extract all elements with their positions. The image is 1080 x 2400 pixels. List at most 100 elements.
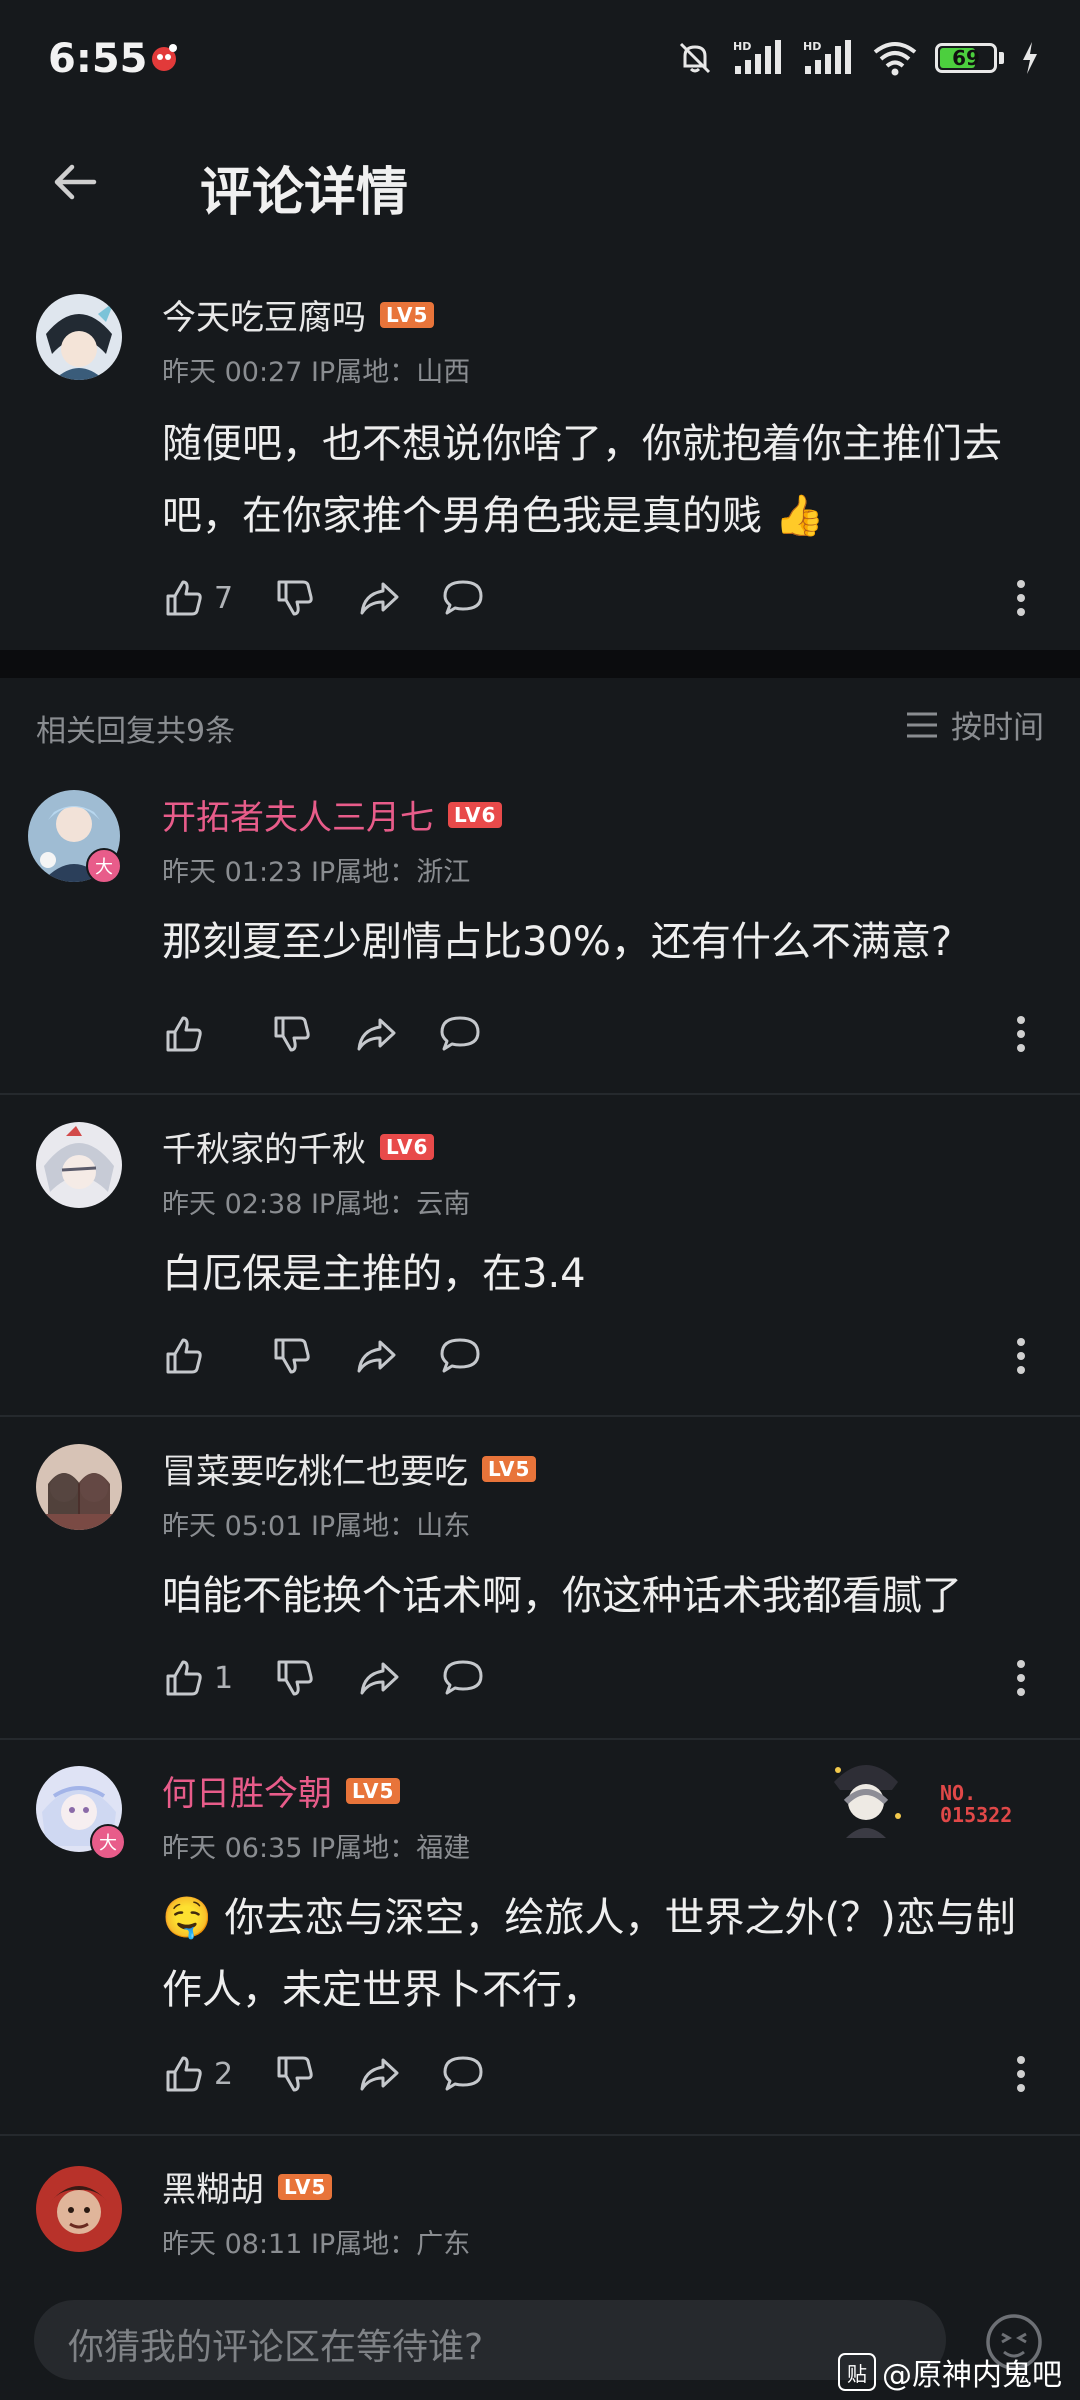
like-button[interactable] <box>162 1012 230 1056</box>
dislike-icon <box>277 2056 313 2092</box>
username-text[interactable]: 开拓者夫人三月七 <box>162 790 434 839</box>
watermark: 贴 @原神内鬼吧 <box>838 2350 1062 2394</box>
like-button[interactable]: 2 <box>162 2052 233 2096</box>
level-badge: LV5 <box>346 1777 401 1804</box>
level-badge: LV5 <box>482 1455 537 1482</box>
comment-actions: 2 <box>162 2044 525 2104</box>
like-count: 7 <box>214 580 234 616</box>
comment-input-placeholder[interactable]: 你猜我的评论区在等待谁? <box>68 2318 483 2370</box>
comment-actions: 7 <box>162 568 525 628</box>
svg-text:HD: HD <box>733 40 751 53</box>
like-count: 1 <box>214 1660 234 1696</box>
reply-button[interactable] <box>438 1012 482 1056</box>
username-text[interactable]: 黑糊胡 <box>162 2162 264 2211</box>
avatar[interactable] <box>36 1444 122 1530</box>
more-button[interactable] <box>1006 568 1036 628</box>
comment-text: 你去恋与深空，绘旅人，世界之外(？)恋与制作人，未定世界卜不行， <box>162 1895 1016 2013</box>
reply-button[interactable] <box>441 576 485 620</box>
medal-label: NO. <box>940 1781 977 1805</box>
comment-actions <box>162 1004 522 1064</box>
divider <box>0 1738 1080 1740</box>
more-button[interactable] <box>1006 1326 1036 1386</box>
like-button[interactable] <box>162 1334 230 1378</box>
comment-actions <box>162 1326 522 1386</box>
username[interactable]: 今天吃豆腐吗 LV5 <box>162 290 435 339</box>
comment-content: 咱能不能换个话术啊，你这种话术我都看腻了 <box>162 1573 962 1619</box>
like-icon <box>166 1016 202 1052</box>
more-button[interactable] <box>1006 1648 1036 1708</box>
more-icon <box>1017 1660 1025 1696</box>
dislike-button[interactable] <box>270 1012 314 1056</box>
comment-meta: 昨天 02:38 IP属地：云南 <box>162 1189 471 1220</box>
like-button[interactable]: 1 <box>162 1656 233 1700</box>
divider <box>0 2134 1080 2136</box>
avatar[interactable] <box>36 294 122 380</box>
username-text[interactable]: 冒菜要吃桃仁也要吃 <box>162 1444 468 1493</box>
comment-text: 随便吧，也不想说你啥了，你就抱着你主推们去吧，在你家推个男角色我是真的贱 <box>162 421 1002 539</box>
reply-item: 冒菜要吃桃仁也要吃 LV5 昨天 05:01 IP属地：山东 咱能不能换个话术啊… <box>0 1444 1080 1737</box>
svg-text:HD: HD <box>803 40 821 53</box>
reply-button[interactable] <box>438 1334 482 1378</box>
watermark-text: @原神内鬼吧 <box>882 2358 1062 2393</box>
main-comment: 今天吃豆腐吗 LV5 昨天 00:27 IP属地：山西 随便吧，也不想说你啥了，… <box>0 290 1080 650</box>
reply-item: 千秋家的千秋 LV6 昨天 02:38 IP属地：云南 白厄保是主推的，在3.4 <box>0 1122 1080 1415</box>
username-text[interactable]: 何日胜今朝 <box>162 1766 332 1815</box>
member-badge: 大 <box>86 848 122 884</box>
more-icon <box>1017 1338 1025 1374</box>
share-button[interactable] <box>357 576 401 620</box>
level-badge: LV6 <box>448 801 503 828</box>
reply-button[interactable] <box>441 1656 485 1700</box>
share-icon <box>357 1018 396 1051</box>
username[interactable]: 黑糊胡 LV5 <box>162 2162 333 2211</box>
username[interactable]: 何日胜今朝 LV5 <box>162 1766 401 1815</box>
reply-item: 大 何日胜今朝 LV5 昨天 06:35 IP属地：福建 🤤 你去恋与深空，绘旅… <box>0 1766 1080 2136</box>
level-badge: LV5 <box>380 301 435 328</box>
avatar[interactable] <box>36 2166 122 2252</box>
status-icons: HD HD 69 <box>675 36 1040 80</box>
battery-icon: 69 <box>935 43 997 73</box>
collectible-medal[interactable] <box>826 1752 906 1838</box>
comment-meta: 昨天 01:23 IP属地：浙江 <box>162 857 471 888</box>
username[interactable]: 千秋家的千秋 LV6 <box>162 1122 435 1171</box>
share-icon <box>360 582 399 615</box>
level-badge: LV5 <box>278 2173 333 2200</box>
page-title: 评论详情 <box>200 163 409 223</box>
app-header: 评论详情 <box>0 120 1080 240</box>
back-arrow-icon <box>54 164 97 200</box>
username[interactable]: 冒菜要吃桃仁也要吃 LV5 <box>162 1444 537 1493</box>
back-button[interactable] <box>40 146 112 218</box>
sort-label[interactable]: 按时间 <box>951 702 1044 747</box>
wifi-icon <box>873 42 917 76</box>
dislike-button[interactable] <box>273 1656 317 1700</box>
more-button[interactable] <box>1006 1004 1036 1064</box>
more-icon <box>1017 2056 1025 2092</box>
medal-serial: 015322 <box>940 1803 1013 1827</box>
member-badge: 大 <box>90 1824 126 1860</box>
avatar[interactable] <box>36 1122 122 1208</box>
username-text[interactable]: 今天吃豆腐吗 <box>162 290 366 339</box>
divider <box>0 1415 1080 1417</box>
reply-button[interactable] <box>441 2052 485 2096</box>
username[interactable]: 开拓者夫人三月七 LV6 <box>162 790 503 839</box>
username-text[interactable]: 千秋家的千秋 <box>162 1122 366 1171</box>
share-button[interactable] <box>354 1012 398 1056</box>
comment-icon <box>443 2056 483 2091</box>
thumbs-up-emoji: 👍 <box>774 493 825 539</box>
notification-app-icon <box>146 40 182 76</box>
comment-meta: 昨天 05:01 IP属地：山东 <box>162 1511 471 1542</box>
battery-cap <box>999 52 1004 64</box>
share-button[interactable] <box>357 2052 401 2096</box>
comment-icon <box>440 1338 480 1373</box>
comment-actions: 1 <box>162 1648 525 1708</box>
comment-input[interactable]: 你猜我的评论区在等待谁? <box>34 2300 946 2380</box>
dislike-button[interactable] <box>270 1334 314 1378</box>
like-button[interactable]: 7 <box>162 576 233 620</box>
dislike-button[interactable] <box>273 2052 317 2096</box>
sort-list-icon <box>907 712 937 737</box>
share-button[interactable] <box>354 1334 398 1378</box>
sort-by-time-button[interactable]: 按时间 <box>905 702 1044 747</box>
more-button[interactable] <box>1006 2044 1036 2104</box>
dislike-icon <box>274 1338 310 1374</box>
share-button[interactable] <box>357 1656 401 1700</box>
dislike-button[interactable] <box>273 576 317 620</box>
